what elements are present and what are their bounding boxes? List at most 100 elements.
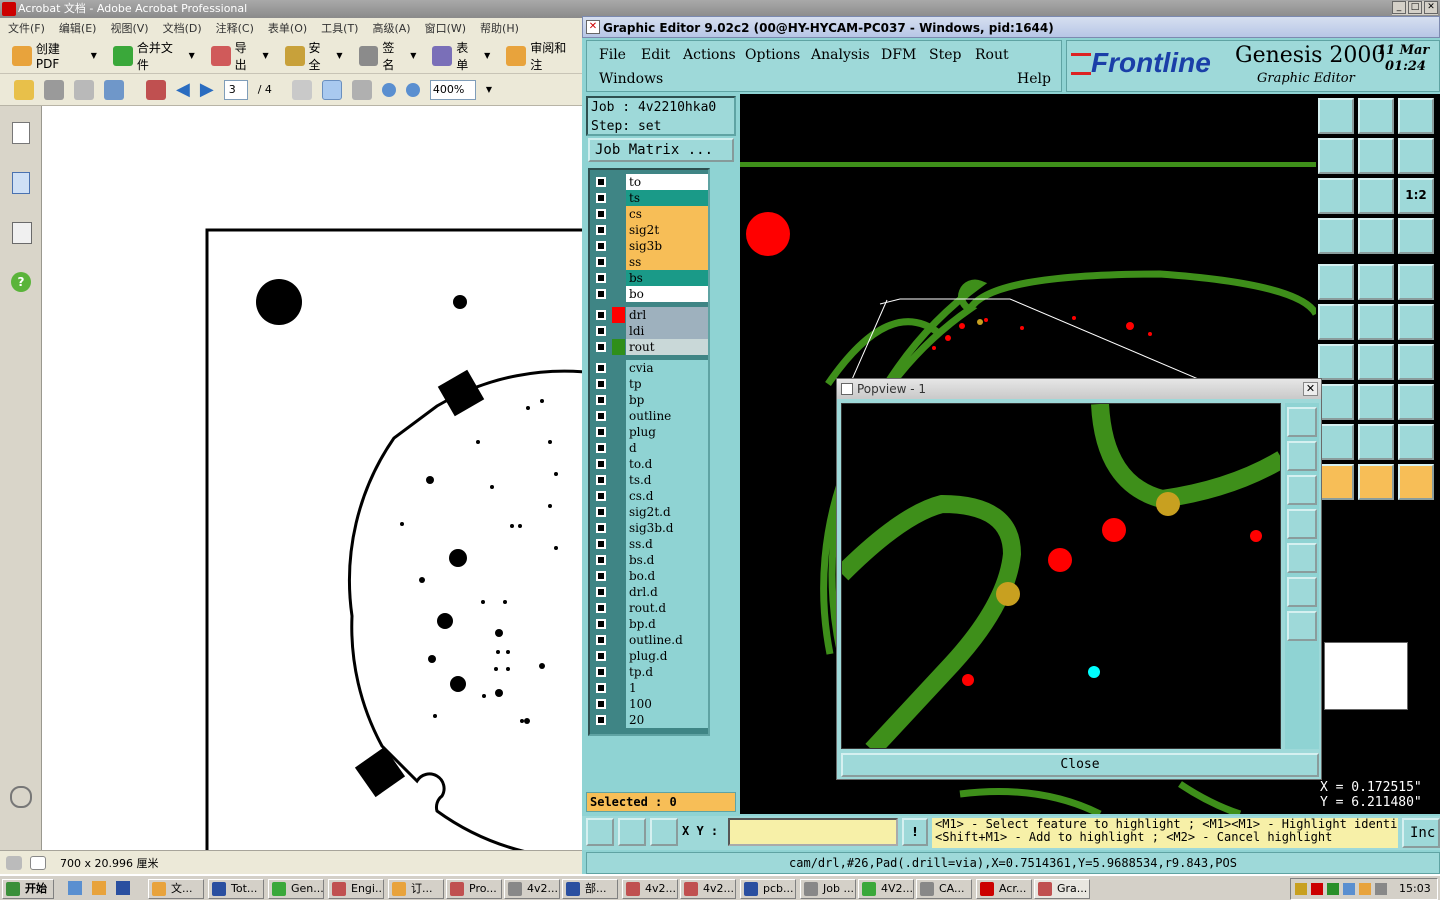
popview-zoom-icon[interactable]: [1287, 407, 1317, 437]
zoom-center-icon[interactable]: [1358, 178, 1394, 214]
layer-name[interactable]: ss: [626, 254, 708, 270]
layer-color-swatch[interactable]: [612, 680, 625, 696]
next-page-icon[interactable]: ▶: [200, 79, 214, 100]
popview-zoom-in-icon[interactable]: [1287, 611, 1317, 641]
menu-advanced[interactable]: 高级(A): [372, 20, 410, 36]
pages-icon[interactable]: [12, 122, 30, 144]
grid-icon[interactable]: [650, 818, 678, 846]
layer-list-scrollbar[interactable]: [710, 168, 736, 736]
layer-row[interactable]: sig2t: [592, 222, 708, 238]
layer-color-swatch[interactable]: [612, 648, 625, 664]
menu-options[interactable]: Options: [745, 47, 800, 63]
layer-color-swatch[interactable]: [612, 270, 625, 286]
menu-help[interactable]: 帮助(H): [480, 20, 519, 36]
layer-color-swatch[interactable]: [612, 696, 625, 712]
layer-color-swatch[interactable]: [612, 712, 625, 728]
combine-files-button[interactable]: 合并文件 ▼: [109, 41, 199, 72]
layer-checkbox[interactable]: [596, 310, 606, 320]
menu-file[interactable]: File: [599, 47, 626, 63]
layer-row[interactable]: rout.d: [592, 600, 708, 616]
layer-row[interactable]: cvia: [592, 360, 708, 376]
layer-name[interactable]: sig3b.d: [626, 520, 708, 536]
layer-row[interactable]: to.d: [592, 456, 708, 472]
layer-row[interactable]: 1: [592, 680, 708, 696]
sign-button[interactable]: 签名 ▼: [355, 41, 421, 72]
layer-row[interactable]: outline.d: [592, 632, 708, 648]
layer-name[interactable]: outline: [626, 408, 708, 424]
layer-name[interactable]: cs: [626, 206, 708, 222]
layer-name[interactable]: d: [626, 440, 708, 456]
layer-checkbox[interactable]: [596, 571, 606, 581]
print-icon[interactable]: [44, 79, 64, 100]
layer-checkbox[interactable]: [596, 363, 606, 373]
zoom-out-icon[interactable]: [381, 82, 396, 97]
layer-checkbox[interactable]: [596, 257, 606, 267]
layer-color-swatch[interactable]: [612, 440, 625, 456]
job-matrix-button[interactable]: Job Matrix ...: [588, 138, 734, 162]
review-button[interactable]: 审阅和注: [502, 41, 582, 72]
layer-row[interactable]: bs.d: [592, 552, 708, 568]
layer-color-swatch[interactable]: [612, 408, 625, 424]
layer-name[interactable]: bo.d: [626, 568, 708, 584]
layer-name[interactable]: sig2t.d: [626, 504, 708, 520]
taskbar-button[interactable]: 订...: [388, 879, 444, 899]
layer-row[interactable]: outline: [592, 408, 708, 424]
layer-color-swatch[interactable]: [612, 568, 625, 584]
bookmarks-icon[interactable]: [12, 172, 30, 194]
measure-icon[interactable]: [618, 818, 646, 846]
layer-row[interactable]: sig2t.d: [592, 504, 708, 520]
layer-checkbox[interactable]: [596, 177, 606, 187]
layer-checkbox[interactable]: [596, 411, 606, 421]
layer-checkbox[interactable]: [596, 427, 606, 437]
zoom-in-icon[interactable]: [405, 82, 420, 97]
tray-icon[interactable]: [1295, 883, 1307, 895]
taskbar-button[interactable]: Engi...: [328, 879, 384, 899]
home-icon[interactable]: [1318, 98, 1354, 134]
select-icon[interactable]: [1318, 464, 1354, 500]
layer-checkbox[interactable]: [596, 523, 606, 533]
layer-name[interactable]: rout.d: [626, 600, 708, 616]
layer-color-swatch[interactable]: [612, 222, 625, 238]
menu-windows[interactable]: Windows: [599, 71, 663, 87]
pan-left-icon[interactable]: [1318, 138, 1354, 174]
chevron-down-icon[interactable]: ▼: [486, 85, 492, 94]
taskbar-button[interactable]: CA...: [916, 879, 972, 899]
layer-color-swatch[interactable]: [612, 339, 625, 355]
layer-color-swatch[interactable]: [612, 520, 625, 536]
layer-row[interactable]: cs.d: [592, 488, 708, 504]
polygon-icon[interactable]: [1318, 424, 1354, 460]
layer-color-swatch[interactable]: [612, 584, 625, 600]
layer-name[interactable]: 1: [626, 680, 708, 696]
layer-name[interactable]: sig3b: [626, 238, 708, 254]
hand-tool-icon[interactable]: [321, 79, 342, 100]
triangle-icon[interactable]: [1358, 424, 1394, 460]
layer-row[interactable]: ss.d: [592, 536, 708, 552]
layer-checkbox[interactable]: [596, 443, 606, 453]
layer-row[interactable]: 100: [592, 696, 708, 712]
quicklaunch-browser-icon[interactable]: [92, 881, 106, 895]
layer-checkbox[interactable]: [596, 193, 606, 203]
tray-icon[interactable]: [1359, 883, 1371, 895]
layer-color-swatch[interactable]: [612, 616, 625, 632]
popview-pan-right-icon[interactable]: [1287, 543, 1317, 573]
exclamation-icon[interactable]: !: [902, 818, 928, 846]
select-box-icon[interactable]: [1358, 264, 1394, 300]
layer-checkbox[interactable]: [596, 699, 606, 709]
quicklaunch-desktop-icon[interactable]: [68, 881, 82, 895]
layer-checkbox[interactable]: [596, 342, 606, 352]
menu-dfm[interactable]: DFM: [881, 47, 916, 63]
email-icon[interactable]: [104, 79, 124, 100]
layer-checkbox[interactable]: [596, 507, 606, 517]
taskbar-button[interactable]: 4v2...: [680, 879, 736, 899]
popview-close-button[interactable]: Close: [841, 753, 1319, 777]
zoom-fit-icon[interactable]: [1398, 138, 1434, 174]
taskbar-button[interactable]: Tot...: [208, 879, 264, 899]
layer-checkbox[interactable]: [596, 209, 606, 219]
popview-canvas[interactable]: [841, 403, 1281, 749]
layer-row[interactable]: rout: [592, 339, 708, 355]
zoom-home-icon[interactable]: [1398, 98, 1434, 134]
layer-checkbox[interactable]: [596, 683, 606, 693]
pan-right-icon[interactable]: [1358, 138, 1394, 174]
taskbar-button[interactable]: 部...: [562, 879, 618, 899]
keyboard-icon[interactable]: [6, 855, 22, 870]
